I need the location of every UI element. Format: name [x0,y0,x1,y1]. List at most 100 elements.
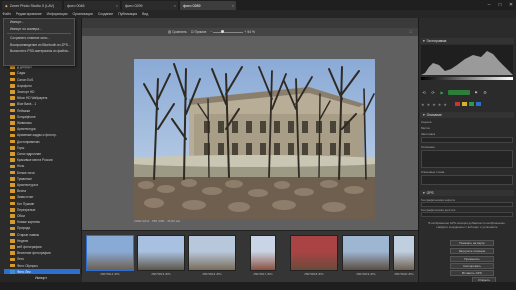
sidebar-item[interactable]: Архивные кадры и фотогр. [4,133,80,139]
sidebar-item[interactable]: Неделя [4,238,80,244]
menu-info[interactable]: Информация [44,12,70,16]
label-green[interactable] [468,102,474,106]
gear-icon[interactable]: ⚙ [482,89,488,95]
longitude-field[interactable] [421,212,513,217]
actual-size-button[interactable]: ⊡ Прямое [191,30,207,34]
sidebar-item[interactable]: Белые ночи [4,170,80,176]
sidebar-item[interactable]: Архитектура [4,126,80,132]
sidebar-item[interactable]: Обои [4,213,80,219]
rotate-right-icon[interactable]: ⟳ [430,89,436,95]
sidebar-item[interactable]: Зима стоит [4,195,80,201]
tab-app[interactable]: ◆ Zoner Photo Studio X (LAV) [2,1,62,10]
menu-view[interactable]: Вид [140,12,151,16]
tab-photo-2[interactable]: фото 0299 × [122,1,178,10]
sidebar-item[interactable]: Новые картины [4,219,80,225]
menu-create[interactable]: Создание [95,12,115,16]
sidebar-item[interactable]: Лето [4,257,80,263]
label-red[interactable] [454,102,460,106]
marker-label: Метка [421,126,430,130]
chevron-down-icon: ▾ [423,191,425,195]
close-icon[interactable]: × [174,3,176,8]
sidebar-item[interactable]: Старые лампы [4,232,80,238]
sidebar-item[interactable]: Sonyaiphone [4,114,80,120]
star-icon[interactable]: ★ [427,102,431,107]
label-blue[interactable] [475,102,481,106]
menu-item-clear-psd[interactable]: Вычистить PSD-материалы из файла... [4,48,74,55]
sidebar-item[interactable]: Красивые места России [4,157,80,163]
sidebar-item[interactable]: Canon EoS [4,77,80,83]
fullscreen-icon[interactable]: ⛶ [410,30,412,34]
menu-edit[interactable]: Редактирование [13,12,44,16]
menu-item-import-scanner[interactable]: Импорт из сканера... [4,26,74,33]
import-button[interactable]: Импорт [0,274,82,282]
minimize-button[interactable]: – [484,0,494,10]
latitude-field[interactable] [421,202,513,207]
folder-icon [10,84,15,88]
description-field[interactable] [421,150,513,168]
star-icon[interactable]: ★ [438,102,442,107]
menu-publish[interactable]: Публикация [116,12,140,16]
maximize-button[interactable]: □ [495,0,505,10]
star-icon[interactable]: ★ [432,102,436,107]
sidebar-item[interactable]: Весенние фотографии [4,250,80,256]
menu-bar: Файл Редактирование Информация Организац… [0,10,516,18]
compare-button[interactable]: ▥ Сравнить [168,30,187,34]
copy-button[interactable]: Скопировать [450,263,494,269]
sidebar-item[interactable]: Сила гидроплан [4,151,80,157]
star-icon[interactable]: ★ [443,102,447,107]
sidebar-item[interactable]: Весна [4,188,80,194]
sidebar-item[interactable]: Экспорт HD [4,89,80,95]
sidebar-item[interactable]: Кот Пушкин [4,201,80,207]
sidebar-item[interactable]: Аэрофото [4,83,80,89]
folder-icon [10,201,15,206]
apply-button[interactable]: Применить [450,256,494,262]
title-field[interactable] [421,137,513,143]
main-photo[interactable] [134,59,375,219]
sidebar-item[interactable]: Живопись [4,120,80,126]
sidebar-item[interactable]: Перезрелые [4,207,80,213]
keywords-label: Ключевые слова [421,170,445,174]
paste-gps-button[interactable]: Вставить GPS [450,270,494,276]
thumbnail[interactable] [86,235,134,271]
thumbnail[interactable] [250,235,276,271]
tab-photo-3[interactable]: фото 0289 × [180,1,236,10]
tab-photo-1[interactable]: фото 0046 × [64,1,120,10]
status-badge[interactable] [448,89,470,95]
show-map-button[interactable]: Показать на карте [450,240,494,246]
zoom-track[interactable] [213,30,244,33]
histogram-header[interactable]: ▾ Гистограмма [420,38,514,44]
thumbnail[interactable] [137,235,185,271]
zoom-handle[interactable] [221,30,225,33]
label-yellow[interactable] [461,102,467,106]
sidebar-item[interactable]: Достопримечат. [4,139,80,145]
description-header[interactable]: ▾ Описание [420,112,514,118]
close-icon[interactable]: × [116,3,118,8]
thumbnail[interactable] [188,235,236,271]
load-position-button[interactable]: Загрузить позицию [450,248,494,254]
sidebar-item[interactable]: Blue Bank - 1 [4,102,80,108]
sidebar-item[interactable]: Горы [4,145,80,151]
close-window-button[interactable]: ✕ [506,0,516,10]
sidebar-item[interactable]: Природа [4,226,80,232]
zoom-slider[interactable]: − + 54 % [210,30,255,34]
close-icon[interactable]: × [232,3,234,8]
thumbnail[interactable] [342,235,390,271]
sidebar-item[interactable]: Пейзажи [4,108,80,114]
sidebar-item[interactable]: Фото Olympus [4,263,80,269]
play-icon[interactable]: ▶ [439,89,445,95]
sidebar-item[interactable]: Туманные [4,176,80,182]
gps-header[interactable]: ▾ GPS [420,190,514,196]
menu-organize[interactable]: Организация [70,12,95,16]
thumbnail[interactable] [393,235,415,271]
rotate-left-icon[interactable]: ⟲ [421,89,427,95]
sidebar-item[interactable]: Архитектура в [4,182,80,188]
sidebar-item[interactable]: Nikon HD Wallpapers [4,95,80,101]
flag-icon[interactable]: ⚑ [473,89,479,95]
sidebar-item[interactable]: Ночь [4,164,80,170]
keywords-field[interactable] [421,175,513,185]
sidebar-item[interactable]: веб фотографии [4,244,80,250]
menu-file[interactable]: Файл [0,12,13,16]
star-icon[interactable]: ★ [421,102,425,107]
sidebar-item[interactable]: Сады [4,71,80,77]
thumbnail[interactable] [290,235,338,271]
